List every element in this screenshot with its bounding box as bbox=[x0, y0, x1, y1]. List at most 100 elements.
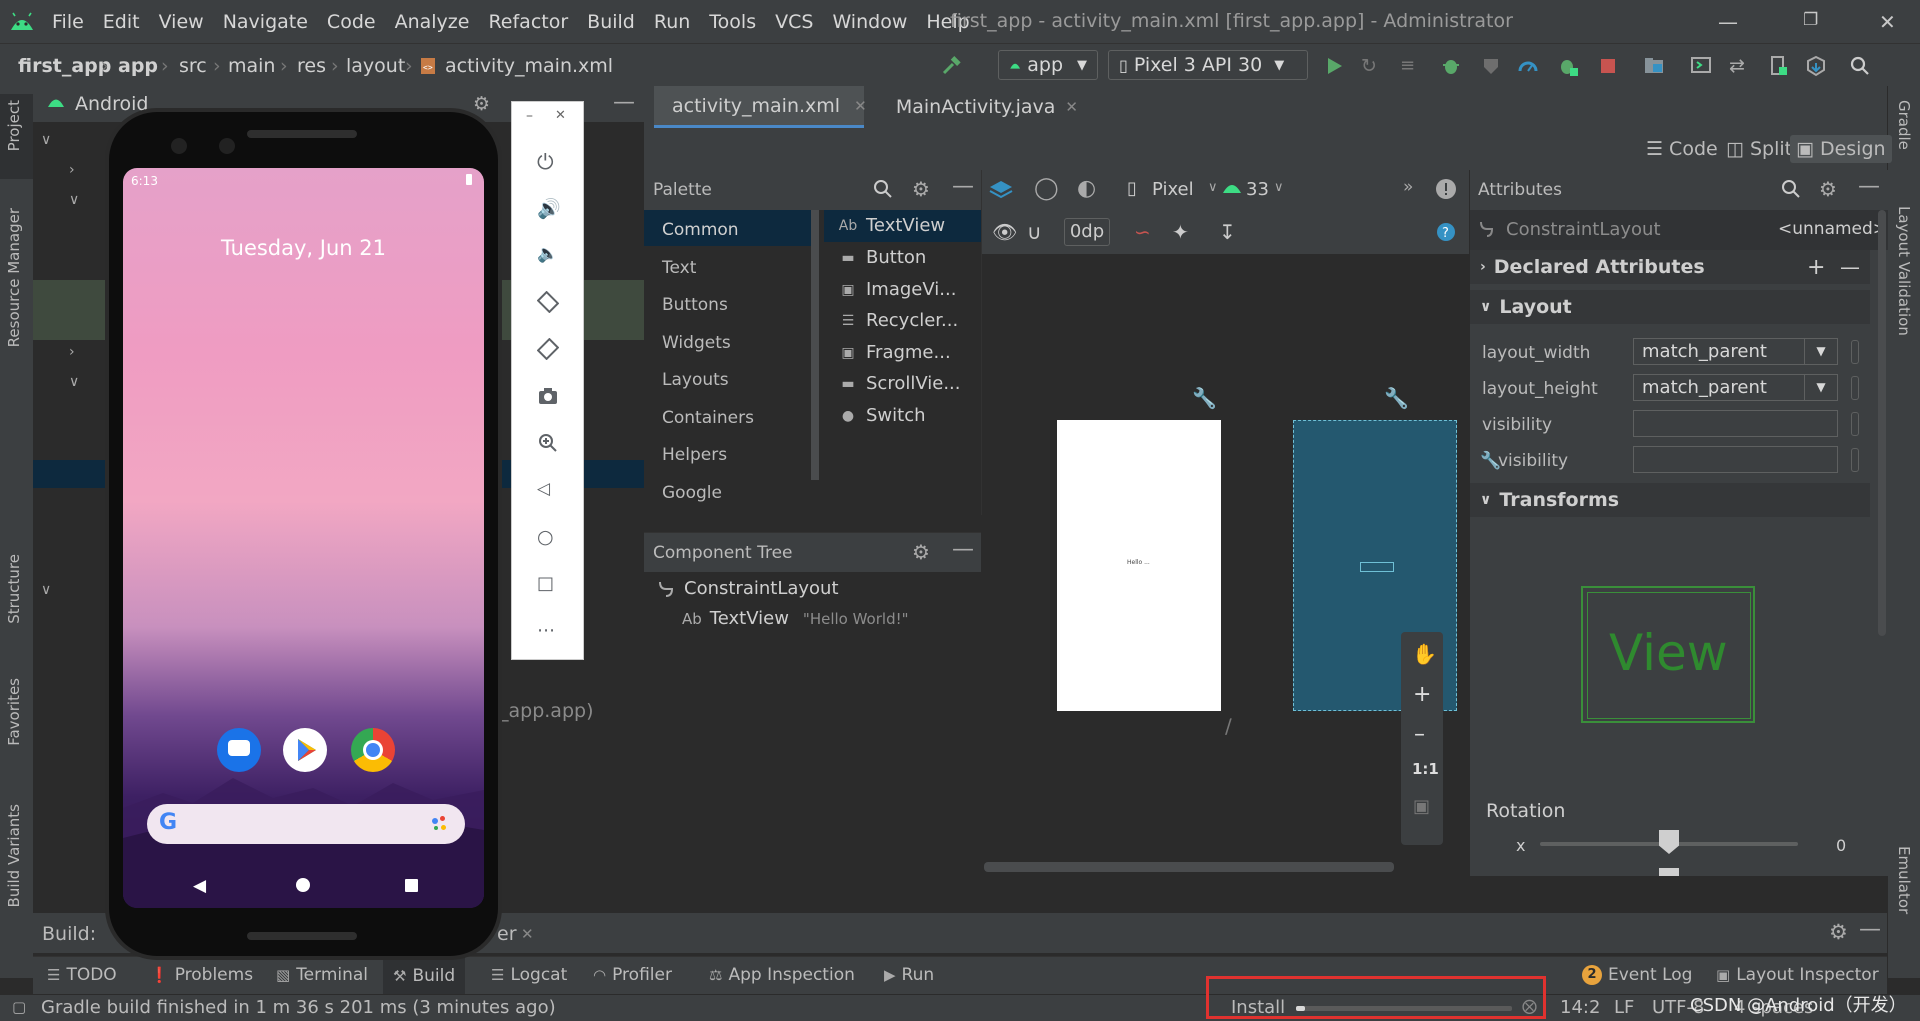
attr-pick-resource[interactable] bbox=[1851, 448, 1859, 472]
coverage-icon[interactable] bbox=[1480, 55, 1502, 77]
tool-tab-layout-inspector[interactable]: ▣ Layout Inspector bbox=[1716, 965, 1879, 985]
chevron-down-icon[interactable]: ▼ bbox=[1804, 339, 1837, 364]
zoom-fit-icon[interactable]: ▣ bbox=[1413, 796, 1430, 817]
attributes-scrollbar[interactable] bbox=[1878, 210, 1886, 636]
zoom-out-icon[interactable]: – bbox=[1414, 722, 1425, 747]
layers-icon[interactable] bbox=[988, 178, 1014, 202]
code-mode-button[interactable]: ☰ Code bbox=[1640, 135, 1724, 163]
palette-scrollbar[interactable] bbox=[811, 210, 819, 480]
debug-icon[interactable] bbox=[1440, 55, 1462, 77]
tool-tab-emulator[interactable]: Emulator bbox=[1895, 846, 1913, 914]
zoom-icon[interactable] bbox=[537, 432, 559, 454]
gear-icon[interactable]: ⚙ bbox=[1819, 177, 1837, 201]
play-store-icon[interactable] bbox=[283, 728, 327, 772]
profiler-icon[interactable] bbox=[1517, 55, 1539, 77]
rotation-x-slider-thumb[interactable] bbox=[1659, 830, 1679, 854]
more-options-icon[interactable]: ⋯ bbox=[537, 620, 559, 642]
tree-node-constraintlayout[interactable]: ConstraintLayout bbox=[656, 578, 839, 599]
gear-icon[interactable]: ⚙ bbox=[912, 540, 930, 564]
avd-manager-icon[interactable] bbox=[1767, 55, 1789, 77]
sync-gradle-icon[interactable]: ⇄ bbox=[1729, 55, 1751, 77]
zoom-actual-size[interactable]: 1:1 bbox=[1412, 760, 1439, 778]
tool-tab-profiler[interactable]: ◠ Profiler bbox=[593, 965, 672, 985]
view-options-eye-icon[interactable]: 👁 bbox=[992, 220, 1017, 244]
hammer-build-icon[interactable] bbox=[940, 55, 962, 77]
design-mode-button[interactable]: ▣ Design bbox=[1790, 135, 1892, 163]
category-widgets[interactable]: Widgets bbox=[662, 333, 731, 353]
messages-app-icon[interactable] bbox=[217, 728, 261, 772]
sdk-manager-icon[interactable] bbox=[1805, 55, 1827, 77]
search-icon[interactable] bbox=[1780, 178, 1802, 200]
visibility-field[interactable] bbox=[1633, 410, 1838, 437]
design-preview[interactable]: Hello ... bbox=[1057, 420, 1221, 711]
canvas-horizontal-scrollbar[interactable] bbox=[984, 862, 1394, 872]
minimize-panel-icon[interactable]: — bbox=[952, 537, 974, 562]
menu-build[interactable]: Build bbox=[587, 11, 635, 33]
tool-tab-favorites[interactable]: Favorites bbox=[5, 678, 23, 746]
tool-tab-structure[interactable]: Structure bbox=[5, 554, 23, 624]
home-icon[interactable]: ○ bbox=[537, 526, 559, 548]
emulator-close-icon[interactable]: ✕ bbox=[555, 108, 566, 123]
menu-edit[interactable]: Edit bbox=[103, 11, 140, 33]
screenshot-camera-icon[interactable] bbox=[537, 385, 559, 407]
menu-run[interactable]: Run bbox=[654, 11, 690, 33]
cancel-progress-icon[interactable]: ⨂ bbox=[1522, 997, 1537, 1015]
restore-icon[interactable]: ❐ bbox=[1803, 10, 1818, 30]
device-manager-icon[interactable] bbox=[1690, 55, 1712, 77]
minimize-panel-icon[interactable]: — bbox=[1859, 917, 1881, 942]
menu-refactor[interactable]: Refactor bbox=[488, 11, 568, 33]
back-icon[interactable]: ◁ bbox=[537, 479, 559, 501]
chevron-down-icon[interactable]: ∨ bbox=[41, 132, 51, 148]
menu-vcs[interactable]: VCS bbox=[775, 11, 813, 33]
chevron-down-icon[interactable]: ▼ bbox=[1804, 375, 1837, 400]
tool-tab-todo[interactable]: ☰ TODO bbox=[47, 965, 117, 985]
chevron-right-icon[interactable]: › bbox=[69, 344, 75, 360]
menu-tools[interactable]: Tools bbox=[709, 11, 756, 33]
volume-up-icon[interactable]: 🔊 bbox=[537, 197, 561, 220]
guidelines-icon[interactable]: ↧ bbox=[1219, 220, 1236, 244]
tool-tab-event-log[interactable]: 2 Event Log bbox=[1582, 965, 1692, 985]
zoom-in-icon[interactable]: + bbox=[1413, 682, 1431, 707]
attr-pick-resource[interactable] bbox=[1851, 340, 1859, 364]
attr-pick-resource[interactable] bbox=[1851, 412, 1859, 436]
minimize-panel-icon[interactable]: — bbox=[1858, 174, 1880, 199]
palette-item-imageview[interactable]: ▣ ImageVi... bbox=[838, 279, 956, 300]
gear-icon[interactable]: ⚙ bbox=[912, 177, 930, 201]
menu-file[interactable]: File bbox=[52, 11, 84, 33]
attach-debugger-icon[interactable] bbox=[1557, 55, 1579, 77]
clear-constraints-icon[interactable]: ∽ bbox=[1134, 220, 1151, 244]
breadcrumb-main[interactable]: main bbox=[228, 55, 275, 77]
more-chevron-icon[interactable]: » bbox=[1403, 177, 1413, 197]
minimize-icon[interactable]: — bbox=[1718, 10, 1738, 34]
menu-view[interactable]: View bbox=[159, 11, 204, 33]
apply-code-changes-icon[interactable]: ≡ bbox=[1400, 55, 1422, 77]
breadcrumb-module[interactable]: app bbox=[118, 55, 158, 77]
design-device-select[interactable]: Pixel bbox=[1152, 179, 1194, 200]
tree-node-textview[interactable]: Ab TextView "Hello World!" bbox=[682, 608, 909, 629]
caret-position[interactable]: 14:2 bbox=[1560, 997, 1600, 1018]
device-select[interactable]: ▯ Pixel 3 API 30 ▼ bbox=[1108, 50, 1308, 80]
run-config-select[interactable]: app ▼ bbox=[998, 50, 1098, 80]
search-icon[interactable] bbox=[872, 178, 894, 200]
menu-window[interactable]: Window bbox=[832, 11, 907, 33]
run-icon[interactable] bbox=[1323, 55, 1345, 77]
category-buttons[interactable]: Buttons bbox=[662, 295, 728, 315]
gear-icon[interactable]: ⚙ bbox=[473, 93, 490, 115]
rotation-y-slider-thumb[interactable] bbox=[1659, 868, 1679, 876]
nav-recents-icon[interactable] bbox=[405, 879, 418, 892]
palette-item-textview[interactable]: Ab TextView bbox=[838, 215, 945, 236]
power-icon[interactable]: ⏻ bbox=[537, 150, 559, 174]
minimize-panel-icon[interactable]: — bbox=[613, 90, 635, 115]
menu-navigate[interactable]: Navigate bbox=[223, 11, 308, 33]
category-helpers[interactable]: Helpers bbox=[662, 445, 727, 465]
pan-hand-icon[interactable]: ✋ bbox=[1412, 642, 1437, 666]
wrench-icon[interactable]: 🔧 bbox=[1384, 386, 1409, 410]
palette-item-fragment[interactable]: ▣ Fragme... bbox=[838, 342, 950, 363]
tool-tab-project[interactable]: Project bbox=[5, 100, 23, 151]
assistant-icon[interactable] bbox=[432, 816, 448, 832]
google-search-bar[interactable]: G bbox=[147, 804, 465, 844]
minimize-panel-icon[interactable]: — bbox=[952, 174, 974, 199]
panel-toggle-icon[interactable]: ▢ bbox=[12, 998, 26, 1016]
magnet-off-icon[interactable]: ∪ bbox=[1027, 220, 1042, 244]
tab-main-activity[interactable]: C MainActivity.java ✕ bbox=[876, 86, 1086, 128]
